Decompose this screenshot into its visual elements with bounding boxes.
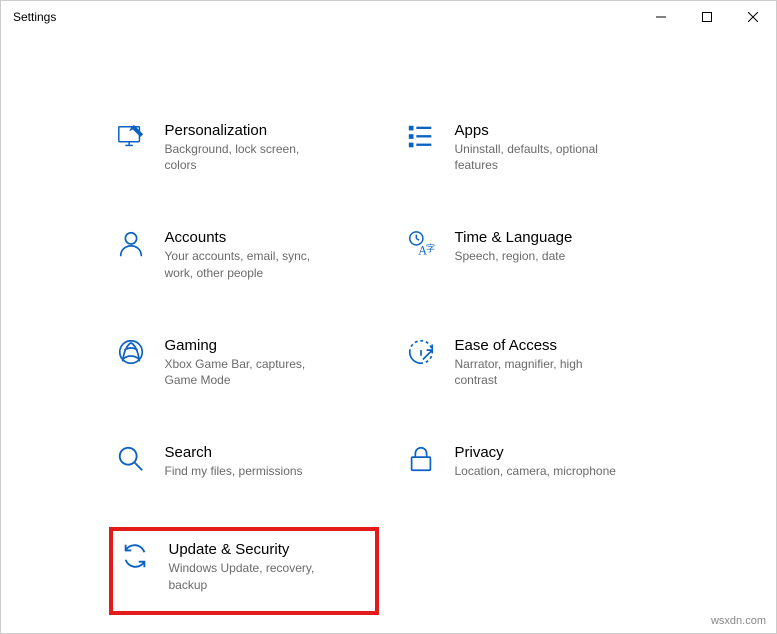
tile-title: Update & Security [169,541,369,558]
tile-desc: Speech, region, date [455,248,625,264]
tile-desc: Windows Update, recovery, backup [169,560,339,592]
watermark: wsxdn.com [711,615,766,627]
tile-gaming[interactable]: Gaming Xbox Game Bar, captures, Game Mod… [109,333,379,392]
close-button[interactable] [730,1,776,33]
svg-text:字: 字 [425,243,434,255]
tile-desc: Find my files, permissions [165,463,335,479]
tile-title: Privacy [455,444,663,461]
tile-text: Personalization Background, lock screen,… [165,122,373,173]
tile-text: Privacy Location, camera, microphone [455,444,663,479]
ease-of-access-icon [405,337,437,369]
tile-desc: Your accounts, email, sync, work, other … [165,248,335,280]
tile-text: Search Find my files, permissions [165,444,373,479]
gaming-icon [115,337,147,369]
minimize-button[interactable] [638,1,684,33]
tile-title: Gaming [165,337,373,354]
tile-title: Time & Language [455,229,663,246]
tile-desc: Uninstall, defaults, optional features [455,141,625,173]
privacy-icon [405,444,437,476]
tile-time-language[interactable]: A 字 Time & Language Speech, region, date [399,225,669,284]
tile-search[interactable]: Search Find my files, permissions [109,440,379,483]
personalization-icon [115,122,147,154]
tile-update-security[interactable]: Update & Security Windows Update, recove… [109,527,379,614]
tile-apps[interactable]: Apps Uninstall, defaults, optional featu… [399,118,669,177]
tile-title: Personalization [165,122,373,139]
tile-desc: Xbox Game Bar, captures, Game Mode [165,356,335,388]
tile-desc: Narrator, magnifier, high contrast [455,356,625,388]
tile-title: Accounts [165,229,373,246]
tile-privacy[interactable]: Privacy Location, camera, microphone [399,440,669,483]
tile-desc: Location, camera, microphone [455,463,625,479]
tile-text: Update & Security Windows Update, recove… [169,541,369,592]
time-language-icon: A 字 [405,229,437,261]
tile-text: Apps Uninstall, defaults, optional featu… [455,122,663,173]
tile-desc: Background, lock screen, colors [165,141,335,173]
titlebar: Settings [1,1,776,33]
tile-text: Time & Language Speech, region, date [455,229,663,264]
settings-grid: Personalization Background, lock screen,… [109,118,669,615]
tile-text: Accounts Your accounts, email, sync, wor… [165,229,373,280]
tile-personalization[interactable]: Personalization Background, lock screen,… [109,118,379,177]
search-icon [115,444,147,476]
tile-text: Ease of Access Narrator, magnifier, high… [455,337,663,388]
tile-title: Search [165,444,373,461]
tile-accounts[interactable]: Accounts Your accounts, email, sync, wor… [109,225,379,284]
maximize-button[interactable] [684,1,730,33]
tile-text: Gaming Xbox Game Bar, captures, Game Mod… [165,337,373,388]
tile-ease-of-access[interactable]: Ease of Access Narrator, magnifier, high… [399,333,669,392]
update-security-icon [119,541,151,573]
window-title: Settings [13,10,56,24]
tile-title: Ease of Access [455,337,663,354]
tile-title: Apps [455,122,663,139]
apps-icon [405,122,437,154]
accounts-icon [115,229,147,261]
window-controls [638,1,776,33]
settings-content: Personalization Background, lock screen,… [1,33,776,615]
